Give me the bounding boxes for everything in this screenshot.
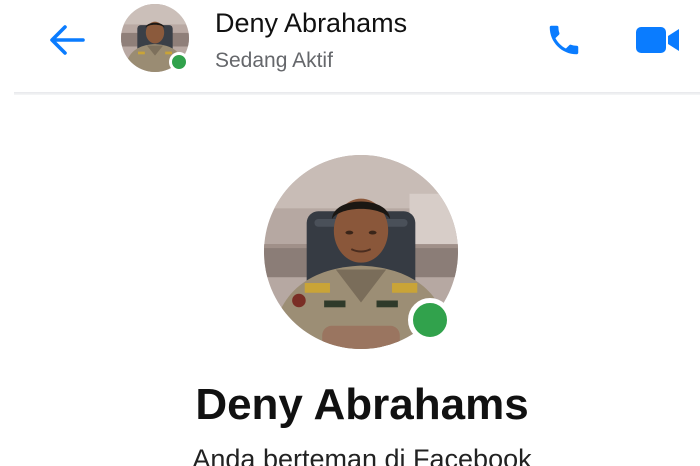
header-divider xyxy=(14,92,700,95)
video-call-button[interactable] xyxy=(630,18,686,62)
messenger-chat-screen: Deny Abrahams Sedang Aktif Deny Abrahams… xyxy=(0,0,700,466)
online-status-dot xyxy=(169,52,189,72)
video-camera-icon xyxy=(636,27,679,53)
phone-icon xyxy=(549,25,579,55)
profile-avatar[interactable] xyxy=(264,155,460,351)
arrow-left-icon xyxy=(50,25,85,55)
active-status: Sedang Aktif xyxy=(215,49,333,72)
contact-avatar[interactable] xyxy=(121,4,191,74)
friendship-status: Anda berteman di Facebook xyxy=(192,444,532,466)
contact-name[interactable]: Deny Abrahams xyxy=(215,8,407,39)
voice-call-button[interactable] xyxy=(540,18,588,62)
chat-header: Deny Abrahams Sedang Aktif xyxy=(0,0,700,92)
back-button[interactable] xyxy=(44,20,90,60)
profile-name: Deny Abrahams xyxy=(195,380,529,429)
online-status-dot xyxy=(408,298,452,342)
